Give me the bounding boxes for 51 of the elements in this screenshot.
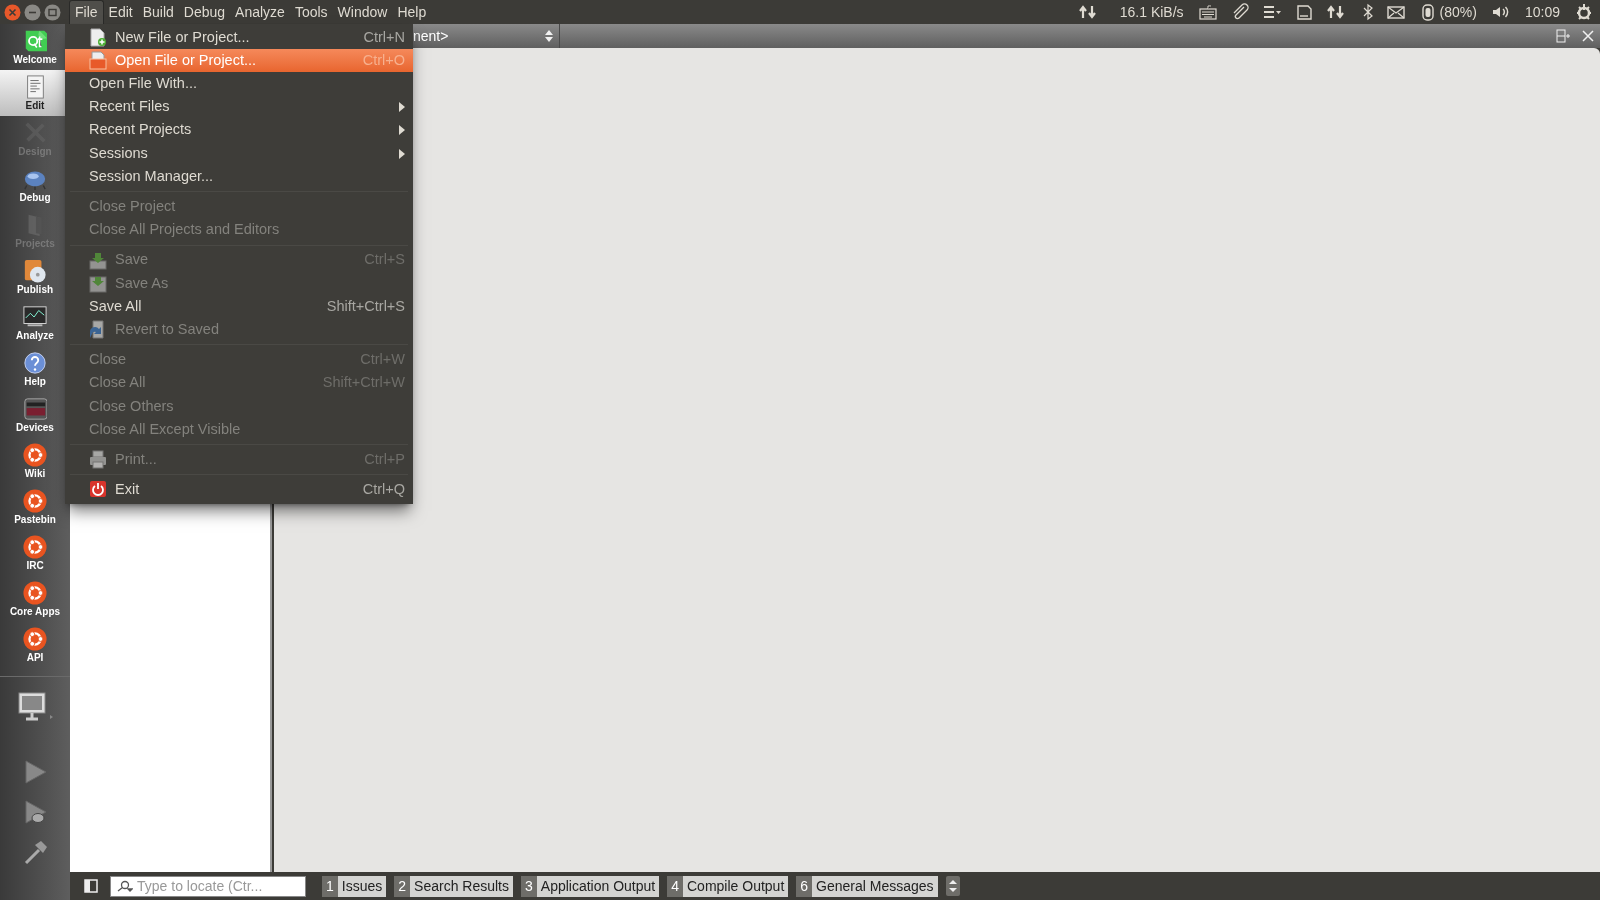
transfer-icon[interactable] [1325,3,1346,21]
ubuntu-logo-icon [23,489,47,513]
menu-item[interactable]: Build [137,0,179,24]
folder-document-icon [89,51,107,71]
network-speed: 16.1 KiB/s [1119,2,1184,22]
sidebar-toggle-icon[interactable] [84,879,98,893]
menu-icon[interactable] [1261,3,1282,21]
clock: 10:09 [1524,2,1560,22]
save-drive-icon [89,273,107,293]
menu-item[interactable]: Help [392,0,432,24]
help-icon [23,351,47,375]
mode-button[interactable]: Core Apps [0,576,70,622]
battery-level: (80%) [1439,2,1477,22]
mode-button[interactable]: API [0,622,70,668]
menu-item[interactable]: Tools [289,0,333,24]
minimize-icon[interactable] [24,3,41,21]
play-icon[interactable] [22,759,48,785]
printer-icon [89,450,107,470]
ubuntu-logo-icon [23,535,47,559]
ubuntu-logo-icon [23,581,47,605]
device-icon [23,397,47,421]
hammer-icon[interactable] [22,839,48,865]
menu-item[interactable]: Recent Projects [65,118,413,142]
mode-button[interactable]: Help [0,346,70,392]
monitor-chart-icon [23,305,47,329]
menu-item[interactable]: Edit [103,0,138,24]
qt-logo-icon [23,29,47,53]
menu-item[interactable]: Debug [178,0,231,24]
transfer-icon[interactable] [1077,3,1098,21]
ubuntu-logo-icon [23,627,47,651]
close-icon[interactable] [1582,30,1594,42]
disc-box-icon [23,259,47,283]
new-file-icon [89,28,107,48]
search-icon [115,880,133,892]
debug-run-icon[interactable] [22,799,48,825]
keyboard-icon[interactable] [1197,3,1218,21]
up-down-arrow-icon [545,30,553,42]
locator-field[interactable]: Type to locate (Ctr... [110,875,306,897]
revert-document-icon [89,320,107,340]
ubuntu-logo-icon [23,443,47,467]
mail-icon[interactable] [1385,3,1406,21]
save-drive-icon [89,250,107,270]
menu-item[interactable]: Analyze [230,0,290,24]
close-icon[interactable] [4,3,21,21]
power-gear-icon[interactable] [1574,3,1594,21]
menu-item[interactable]: Window [332,0,393,24]
menu-item[interactable]: File [69,0,104,24]
power-icon [89,480,107,500]
split-icon[interactable] [1556,29,1570,43]
maximize-icon[interactable] [44,3,61,21]
mode-button[interactable]: IRC [0,530,70,576]
